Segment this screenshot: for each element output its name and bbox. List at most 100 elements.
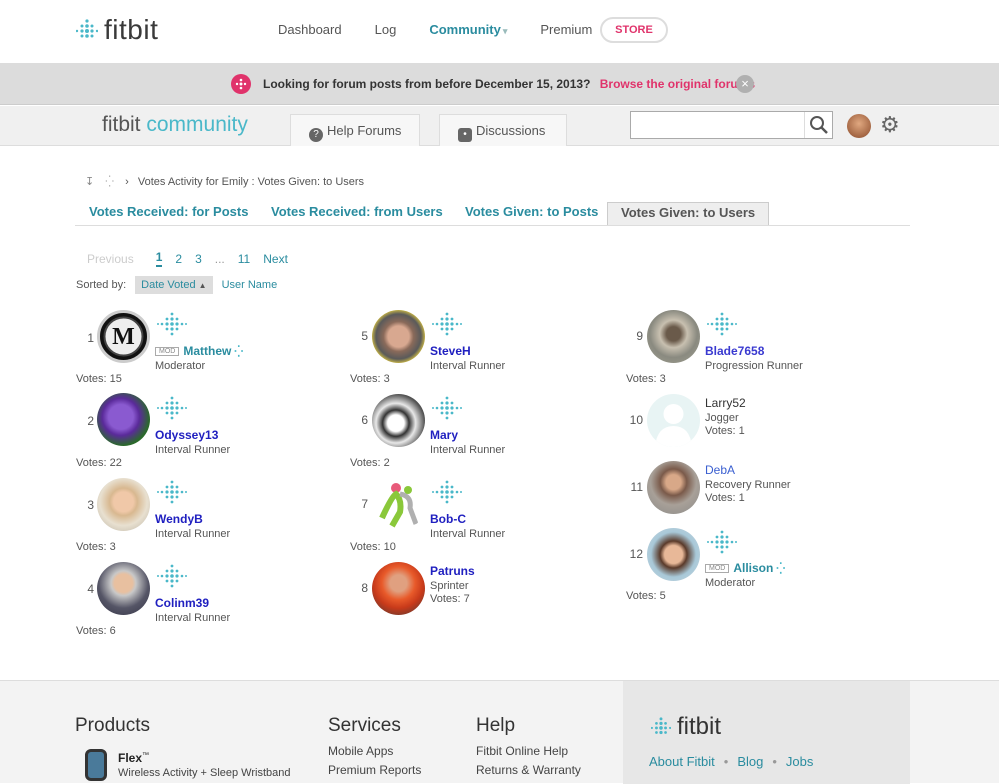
discussions-label: Discussions [476,123,546,138]
footer-link-returns-warranty[interactable]: Returns & Warranty [476,763,581,777]
svg-text:M: M [112,324,135,350]
pager-page-last[interactable]: 11 [238,252,250,266]
footer-link-blog[interactable]: Blog [737,754,763,769]
rank-badge-icon [432,480,462,504]
user-avatar[interactable]: M [97,310,150,363]
user-avatar[interactable] [647,394,700,447]
user-name[interactable]: SteveH [430,344,471,358]
user-avatar[interactable] [372,478,425,531]
user-avatar[interactable] [647,461,700,514]
sort-user-name[interactable]: User Name [222,279,278,291]
user-votes: Votes: 3 [626,373,666,385]
mod-badge: MOD [155,347,180,356]
user-rank: 10 [629,413,643,427]
user-name[interactable]: Colinm39 [155,596,209,610]
pager-page-1[interactable]: 1 [155,250,163,267]
user-avatar[interactable] [97,393,150,446]
forum-banner: Looking for forum posts from before Dece… [0,63,999,105]
rank-badge-icon [157,480,187,504]
user-name[interactable]: DebA [705,463,735,477]
store-button[interactable]: STORE [600,17,668,43]
user-name[interactable]: Bob-C [430,512,466,526]
chevron-down-icon[interactable]: ↧ [85,176,94,188]
user-avatar[interactable] [647,528,700,581]
user-avatar[interactable] [372,562,425,615]
user-rank-title: Interval Runner [430,444,506,456]
user-rank-title: Sprinter [430,580,469,592]
sort-date-voted-label: Date Voted [141,279,196,291]
user-rank-title: Moderator [705,577,756,589]
user-votes: Votes: 2 [350,457,390,469]
user-avatar[interactable] [372,394,425,447]
user-rank: 6 [361,413,368,427]
mod-badge: MOD [705,564,730,573]
user-name[interactable]: MOD Matthew ⁛ [155,344,243,358]
search-input[interactable] [630,111,833,139]
nav-log[interactable]: Log [375,22,397,37]
user-avatar[interactable] [97,478,150,531]
gear-icon[interactable]: ⚙ [880,114,900,136]
user-votes: Votes: 1 [705,425,745,437]
user-name[interactable]: Patruns [430,564,475,578]
user-name[interactable]: Larry52 [705,396,746,410]
user-avatar[interactable] [97,562,150,615]
user-rank: 1 [87,331,94,345]
nav-community[interactable]: Community [429,22,507,37]
footer-fitbit-logo[interactable]: fitbit [651,713,721,741]
user-rank: 8 [361,581,368,595]
pager-page-2[interactable]: 2 [175,252,182,266]
user-avatar[interactable] [847,114,871,138]
flex-wristband-icon[interactable] [85,749,107,781]
flex-product-desc: Wireless Activity + Sleep Wristband [118,767,291,779]
community-logo[interactable]: fitbit community [102,113,248,137]
fitbit-logo[interactable]: fitbit [76,14,158,46]
sort-date-voted[interactable]: Date Voted ▲ [135,276,213,294]
user-votes: Votes: 10 [350,541,396,553]
user-avatar[interactable] [372,310,425,363]
footer-link-online-help[interactable]: Fitbit Online Help [476,744,568,758]
tab-votes-given-posts[interactable]: Votes Given: to Posts [465,202,598,225]
footer-help-heading: Help [476,715,516,736]
user-name[interactable]: Mary [430,428,458,442]
pager-page-3[interactable]: 3 [195,252,202,266]
user-votes: Votes: 3 [76,541,116,553]
community-bar: fitbit community ? Help Forums • Discussio… [0,106,999,146]
tab-votes-given-users[interactable]: Votes Given: to Users [607,202,770,225]
user-rank: 3 [87,498,94,512]
rank-badge-icon [432,396,462,420]
user-votes: Votes: 22 [76,457,122,469]
user-name[interactable]: WendyB [155,512,203,526]
pager-ellipsis: ... [214,251,225,266]
help-forums-tab[interactable]: ? Help Forums [290,114,420,146]
user-votes: Votes: 3 [350,373,390,385]
nav-premium[interactable]: Premium [540,22,592,37]
user-name[interactable]: Blade7658 [705,344,764,358]
close-icon[interactable]: × [736,75,754,93]
user-avatar[interactable] [647,310,700,363]
footer-products-heading: Products [75,715,150,736]
speech-bubble-icon: • [458,128,472,142]
browse-original-forums-link[interactable]: Browse the original forums [600,77,755,91]
user-name[interactable]: MOD Allison ⁛ [705,561,785,575]
footer-link-jobs[interactable]: Jobs [786,754,813,769]
user-rank-title: Interval Runner [155,444,231,456]
footer-link-about[interactable]: About Fitbit [649,754,715,769]
pager-next[interactable]: Next [263,252,288,266]
footer-link-premium-reports[interactable]: Premium Reports [328,763,421,777]
footer-link-mobile-apps[interactable]: Mobile Apps [328,744,393,758]
search-icon [810,116,828,134]
user-rank-title: Interval Runner [155,612,231,624]
breadcrumb-home-icon[interactable]: ⁛ [105,176,114,188]
flex-product-name[interactable]: Flex™ [118,751,149,765]
user-name[interactable]: Odyssey13 [155,428,218,442]
footer-brand-box: fitbit About Fitbit • Blog • Jobs [623,681,910,784]
user-rank: 9 [636,329,643,343]
tab-votes-received-users[interactable]: Votes Received: from Users [271,202,443,225]
nav-dashboard[interactable]: Dashboard [278,22,342,37]
tab-votes-received-posts[interactable]: Votes Received: for Posts [89,202,248,225]
votes-tabs: Votes Received: for Posts Votes Received… [75,202,910,226]
user-votes: Votes: 7 [430,593,470,605]
fitbit-dots-icon [76,19,98,38]
search-button[interactable] [804,112,832,138]
discussions-tab[interactable]: • Discussions [439,114,567,146]
